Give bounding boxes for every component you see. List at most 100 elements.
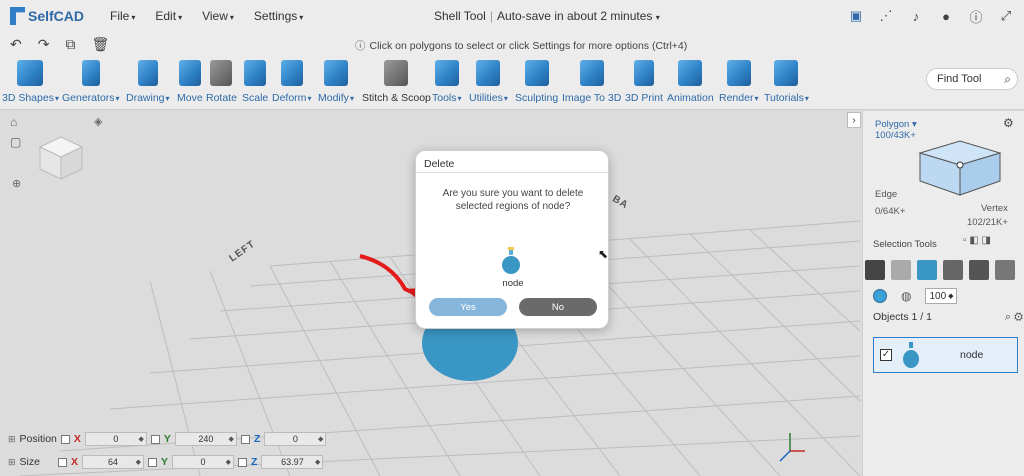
settings-gear-icon[interactable]: ⚙ <box>1003 116 1014 130</box>
light-icon[interactable]: ◈ <box>94 115 102 128</box>
selection-small-icons[interactable]: ▫ ◧ ◨ <box>963 235 991 246</box>
brush-row: ◍ 100 ◆ <box>873 288 958 304</box>
find-tool-input[interactable]: Find Tool ⌕ <box>926 68 1018 90</box>
home-icon[interactable]: ⌂ <box>10 115 21 129</box>
cube-icon <box>17 60 44 86</box>
dialog-title: Delete <box>416 151 608 173</box>
tool-3d-shapes[interactable]: 3D Shapes <box>2 60 59 104</box>
3d-print-icon <box>633 60 654 86</box>
scale-icon <box>244 60 267 86</box>
search-icon[interactable]: ⌕ <box>1004 72 1011 87</box>
tool-animation[interactable]: Animation <box>667 60 714 104</box>
object-settings-icon[interactable]: ⚙ <box>1014 311 1023 323</box>
save-icon[interactable]: ▣ <box>848 8 864 24</box>
selection-tools-label: Selection Tools <box>873 239 937 250</box>
no-button[interactable]: No <box>519 298 597 316</box>
select-vertex-icon[interactable] <box>969 260 989 280</box>
tool-stitch-scoop[interactable]: Stitch & Scoop <box>362 60 431 104</box>
position-x-input[interactable]: 0 <box>84 432 147 446</box>
polygon-count: 100/43K+ <box>875 130 916 141</box>
lock-z-checkbox[interactable] <box>240 434 250 444</box>
select-mesh-icon[interactable] <box>995 260 1015 280</box>
tool-drawing[interactable]: Drawing <box>126 60 170 104</box>
trash-icon[interactable]: 🗑︎ <box>91 36 109 53</box>
axis-gizmo <box>779 433 805 462</box>
lock-y-checkbox[interactable] <box>150 434 160 444</box>
tool-image-to-3d[interactable]: Image To 3D <box>562 60 621 104</box>
select-face-icon[interactable] <box>917 260 937 280</box>
size-icon: ⊞ <box>8 456 16 467</box>
position-y-input[interactable]: 240 <box>174 432 237 446</box>
selfcad-logo[interactable]: SelfCAD <box>10 7 84 25</box>
menu-file[interactable]: File <box>110 9 135 23</box>
position-z-input[interactable]: 0 <box>264 432 327 446</box>
object-visibility-checkbox[interactable]: ✓ <box>880 349 892 361</box>
color-picker[interactable] <box>873 289 887 303</box>
brush-pattern-icon[interactable]: ◍ <box>901 289 911 303</box>
utilities-icon <box>476 60 501 86</box>
size-z-input[interactable]: 63.97 <box>261 455 324 469</box>
share-icon[interactable]: ⋰ <box>878 8 894 24</box>
menu-settings[interactable]: Settings <box>254 9 303 23</box>
undo-icon[interactable]: ↶ <box>10 36 22 53</box>
notification-bell-icon[interactable]: ♪ <box>908 8 924 24</box>
redo-icon[interactable]: ↷ <box>38 36 50 53</box>
yes-button[interactable]: Yes <box>429 298 507 316</box>
view-controls: ⌂ ▢ <box>10 115 21 149</box>
object-list-item[interactable]: ✓ node <box>873 337 1018 373</box>
delete-dialog: Delete Are you sure you want to delete s… <box>415 150 609 329</box>
copy-icon[interactable]: ⧉ <box>65 36 75 53</box>
vertex-label[interactable]: Vertex <box>981 203 1008 214</box>
tool-tutorials[interactable]: Tutorials <box>764 60 809 104</box>
object-search-icon[interactable]: ⌕ <box>1005 311 1011 323</box>
size-lock-z-checkbox[interactable] <box>238 457 248 467</box>
select-solid-icon[interactable] <box>865 260 885 280</box>
position-row: ⊞ Position X 0 Y 240 Z 0 <box>8 432 327 446</box>
autosave-status[interactable]: Auto-save in about 2 minutes <box>497 9 652 23</box>
fullscreen-icon[interactable]: ⤢ <box>998 8 1014 24</box>
position-label: Position <box>19 433 57 445</box>
logo-icon <box>10 7 25 25</box>
size-y-input[interactable]: 0 <box>172 455 235 469</box>
logo-text: SelfCAD <box>28 8 85 24</box>
menu-view[interactable]: View <box>202 9 234 23</box>
orbit-icon[interactable]: ⊕ <box>12 177 21 190</box>
collapse-panel-button[interactable]: › <box>847 112 861 128</box>
selection-mode-cube[interactable] <box>915 133 1005 203</box>
image-to-3d-icon <box>579 60 604 86</box>
right-panel: Polygon ▾ 100/43K+ ⚙ Edge 0/64K+ Vertex … <box>862 111 1024 476</box>
menu-bar: SelfCAD File Edit View Settings Shell To… <box>0 0 1024 32</box>
tool-scale[interactable]: Scale <box>242 60 268 104</box>
tool-move[interactable]: Move <box>177 60 203 104</box>
top-right-icons: ▣ ⋰ ♪ ● ⓘ ⤢ <box>848 8 1014 25</box>
user-icon[interactable]: ● <box>938 8 954 24</box>
lock-x-checkbox[interactable] <box>60 434 70 444</box>
tool-modify[interactable]: Modify <box>318 60 354 104</box>
focus-icon[interactable]: ▢ <box>10 135 21 149</box>
menu-edit[interactable]: Edit <box>155 9 182 23</box>
tool-generators[interactable]: Generators <box>62 60 120 104</box>
size-lock-y-checkbox[interactable] <box>148 457 157 467</box>
brush-size-select[interactable]: 100 ◆ <box>925 288 958 304</box>
vertex-count: 102/21K+ <box>967 217 1008 228</box>
generator-icon <box>81 60 100 86</box>
position-icon: ⊞ <box>8 433 16 444</box>
tool-sculpting[interactable]: Sculpting <box>515 60 558 104</box>
stitch-icon <box>384 60 409 86</box>
select-wireframe-icon[interactable] <box>891 260 911 280</box>
tool-rotate[interactable]: Rotate <box>206 60 237 104</box>
rotate-icon <box>210 60 233 86</box>
help-icon[interactable]: ⓘ <box>968 8 984 25</box>
edge-label[interactable]: Edge <box>875 189 897 200</box>
main-toolbar: 3D Shapes Generators Drawing Move Rotate… <box>0 56 1024 110</box>
size-lock-x-checkbox[interactable] <box>57 457 67 467</box>
tool-render[interactable]: Render <box>719 60 758 104</box>
size-x-input[interactable]: 64 <box>82 455 144 469</box>
tool-deform[interactable]: Deform <box>272 60 311 104</box>
tool-3d-print[interactable]: 3D Print <box>625 60 663 104</box>
tool-tools[interactable]: Tools <box>432 60 462 104</box>
navigation-cube[interactable] <box>36 133 86 183</box>
tool-utilities[interactable]: Utilities <box>469 60 508 104</box>
select-edge-icon[interactable] <box>943 260 963 280</box>
polygon-mode-dropdown[interactable]: Polygon ▾ <box>875 119 917 130</box>
